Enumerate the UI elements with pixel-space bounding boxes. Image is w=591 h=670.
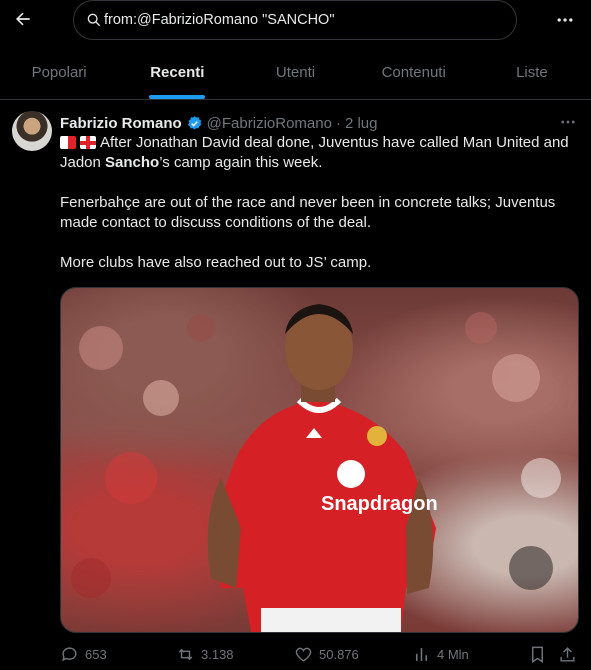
malta-flag-icon xyxy=(60,136,76,149)
tweet[interactable]: Fabrizio Romano @FabrizioRomano · 2 lug … xyxy=(0,100,591,670)
share-button[interactable] xyxy=(558,645,577,664)
tab-liste[interactable]: Liste xyxy=(473,46,591,99)
tweet-more-button[interactable] xyxy=(556,112,580,132)
shirt-sponsor-text: Snapdragon xyxy=(321,493,438,515)
tweet-image[interactable]: Snapdragon xyxy=(60,287,579,633)
tweet-header: Fabrizio Romano @FabrizioRomano · 2 lug xyxy=(60,113,377,133)
views-button[interactable]: 4 Mln xyxy=(412,645,469,664)
reply-icon xyxy=(62,647,77,662)
tab-popolari[interactable]: Popolari xyxy=(0,46,118,99)
tab-label: Recenti xyxy=(150,64,205,81)
top-bar xyxy=(0,0,591,40)
tweet-text: After Jonathan David deal done, Juventus… xyxy=(60,133,575,273)
arrow-left-icon xyxy=(16,12,30,26)
search-tabs: Popolari Recenti Utenti Contenuti Liste xyxy=(0,46,591,100)
like-count: 50.876 xyxy=(319,647,359,662)
search-box[interactable] xyxy=(73,0,517,40)
repost-icon xyxy=(178,648,193,661)
like-button[interactable]: 50.876 xyxy=(294,645,359,664)
bookmark-icon xyxy=(532,646,543,663)
verified-badge-icon xyxy=(187,115,201,130)
more-options-button[interactable] xyxy=(548,6,582,34)
tab-label: Liste xyxy=(516,64,548,81)
tweet-paragraph: Fenerbahçe are out of the race and never… xyxy=(60,194,556,231)
author-name[interactable]: Fabrizio Romano xyxy=(60,115,182,132)
avatar[interactable] xyxy=(12,111,52,151)
separator: · xyxy=(335,114,341,132)
views-chart-icon xyxy=(415,648,428,661)
tab-label: Contenuti xyxy=(381,64,446,81)
tweet-date[interactable]: 2 lug xyxy=(345,115,378,132)
tweet-text-part: ’s camp again this week. xyxy=(159,154,323,171)
search-icon xyxy=(87,13,101,27)
author-handle[interactable]: @FabrizioRomano xyxy=(207,115,332,132)
more-horizontal-icon xyxy=(557,18,573,22)
repost-button[interactable]: 3.138 xyxy=(176,645,234,664)
tab-contenuti[interactable]: Contenuti xyxy=(355,46,473,99)
bookmark-button[interactable] xyxy=(528,645,547,664)
tab-recenti[interactable]: Recenti xyxy=(118,46,236,99)
reply-count: 653 xyxy=(85,647,107,662)
tweet-paragraph: More clubs have also reached out to JS’ … xyxy=(60,254,372,271)
more-horizontal-icon xyxy=(561,120,575,124)
tab-label: Popolari xyxy=(31,64,87,81)
share-icon xyxy=(560,647,575,662)
active-tab-indicator xyxy=(149,95,206,99)
back-button[interactable] xyxy=(8,4,38,34)
views-count: 4 Mln xyxy=(437,647,469,662)
tweet-text-bold: Sancho xyxy=(105,154,160,171)
repost-count: 3.138 xyxy=(201,647,234,662)
tweet-actions: 653 3.138 50.876 4 Mln xyxy=(60,645,580,667)
tab-utenti[interactable]: Utenti xyxy=(236,46,354,99)
heart-icon xyxy=(295,647,312,662)
tab-label: Utenti xyxy=(275,64,316,81)
england-flag-icon xyxy=(80,136,96,149)
player-photo: Snapdragon xyxy=(71,304,561,632)
reply-button[interactable]: 653 xyxy=(60,645,107,664)
search-input[interactable] xyxy=(104,9,504,31)
